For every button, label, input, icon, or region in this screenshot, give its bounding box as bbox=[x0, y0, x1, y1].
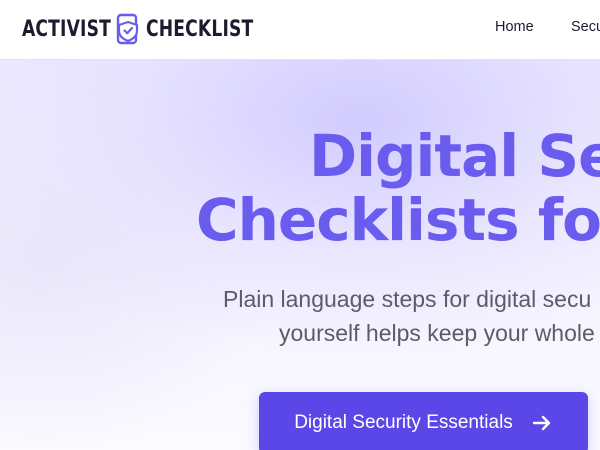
cta-label: Digital Security Essentials bbox=[294, 412, 513, 433]
logo-word-checklist: CHECKLIST bbox=[146, 16, 254, 42]
hero-section: Digital Se Checklists for Plain language… bbox=[0, 60, 600, 450]
nav-link-security[interactable]: Secu bbox=[571, 19, 600, 35]
site-header: ACTIVIST CHECKLIST Home Secu bbox=[0, 0, 600, 60]
digital-security-essentials-button[interactable]: Digital Security Essentials bbox=[259, 392, 588, 450]
arrow-right-icon bbox=[531, 412, 553, 434]
hero-subtitle-line-1: Plain language steps for digital secu bbox=[223, 286, 592, 312]
hero-subtitle: Plain language steps for digital secu yo… bbox=[223, 282, 595, 350]
hero-title-line-2: Checklists for bbox=[196, 186, 600, 254]
nav-link-home[interactable]: Home bbox=[495, 19, 534, 35]
hero-title-line-1: Digital Se bbox=[309, 122, 600, 190]
hero-subtitle-line-2: yourself helps keep your whole bbox=[279, 320, 595, 346]
page: ACTIVIST CHECKLIST Home Secu Digital Se … bbox=[0, 0, 600, 450]
site-logo[interactable]: ACTIVIST CHECKLIST bbox=[22, 12, 256, 46]
shield-phone-icon bbox=[116, 13, 142, 45]
logo-word-activist: ACTIVIST bbox=[22, 16, 111, 42]
hero-title: Digital Se Checklists for bbox=[196, 124, 600, 252]
